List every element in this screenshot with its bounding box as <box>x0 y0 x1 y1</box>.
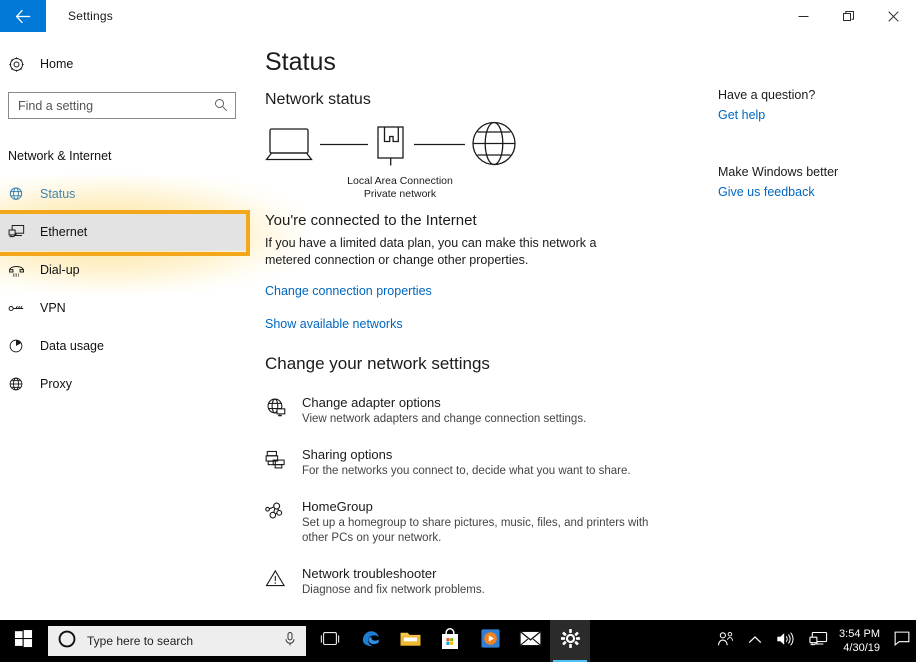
sharing-icon <box>265 446 302 479</box>
diagram-caption-line1: Local Area Connection <box>347 175 453 187</box>
windows-start-icon <box>14 629 33 653</box>
task-view-icon <box>319 630 341 653</box>
adapter-globe-icon <box>265 394 302 427</box>
diagram-caption-line2: Private network <box>363 188 437 200</box>
taskbar-search-box[interactable]: Type here to search <box>48 626 306 656</box>
right-panel: Have a question? Get help Make Windows b… <box>718 32 916 620</box>
ethernet-port-icon <box>377 126 404 166</box>
settings-window: Settings Home Find a setting Network & I… <box>0 0 916 662</box>
feedback-block: Make Windows better Give us feedback <box>718 165 838 201</box>
sidebar-item-ethernet[interactable]: Ethernet <box>0 213 250 251</box>
taskbar-app-mail[interactable] <box>510 620 550 662</box>
store-bag-icon <box>440 627 460 655</box>
connection-heading: You're connected to the Internet <box>265 212 477 229</box>
gear-icon <box>560 628 581 654</box>
help-block: Have a question? Get help <box>718 88 815 124</box>
link-change-connection-properties[interactable]: Change connection properties <box>265 284 432 298</box>
sidebar-item-status[interactable]: Status <box>0 175 250 213</box>
gear-icon <box>8 56 36 73</box>
taskbar-app-microsoft-store[interactable] <box>430 620 470 662</box>
close-button[interactable] <box>871 0 916 32</box>
link-show-available-networks[interactable]: Show available networks <box>265 317 403 331</box>
taskbar-app-movies-and-tv[interactable] <box>470 620 510 662</box>
edge-icon <box>359 627 382 655</box>
window-title: Settings <box>68 9 113 23</box>
title-bar: Settings <box>0 0 916 32</box>
envelope-icon <box>519 630 542 652</box>
network-diagram: Local Area Connection Private network <box>265 120 530 201</box>
chevron-up-icon <box>748 632 762 650</box>
option-desc: For the networks you connect to, decide … <box>302 465 631 477</box>
sidebar-item-label: Ethernet <box>40 225 88 239</box>
sidebar-category-title: Network & Internet <box>8 149 112 163</box>
globe-icon <box>8 186 38 202</box>
tray-people[interactable] <box>710 620 741 662</box>
search-box[interactable] <box>8 92 236 119</box>
taskbar-app-file-explorer[interactable] <box>390 620 430 662</box>
sidebar-item-label: Status <box>40 187 76 201</box>
sidebar-item-data-usage[interactable]: Data usage <box>0 327 250 365</box>
taskbar-apps <box>310 620 590 662</box>
section-title-network-status: Network status <box>265 91 371 108</box>
tray-volume[interactable] <box>769 620 802 662</box>
vpn-key-icon <box>8 302 38 315</box>
taskbar-search-placeholder: Type here to search <box>87 634 194 648</box>
taskbar-clock[interactable]: 3:54 PM 4/30/19 <box>835 620 888 662</box>
sidebar-nav-list: Status Ethernet Dial-up VPN Data usage P… <box>0 175 305 403</box>
globe-wire-icon <box>8 376 38 392</box>
clock-date: 4/30/19 <box>843 642 880 654</box>
settings-heading: Change your network settings <box>265 354 490 373</box>
taskbar-app-microsoft-edge[interactable] <box>350 620 390 662</box>
sidebar: Home Network & Internet <box>0 32 305 620</box>
feedback-heading: Make Windows better <box>718 165 839 179</box>
page-title: Status <box>265 48 336 76</box>
connection-subtext: If you have a limited data plan, you can… <box>265 236 597 267</box>
system-tray: 3:54 PM 4/30/19 <box>710 620 916 662</box>
minimize-button[interactable] <box>781 0 826 32</box>
sidebar-item-label: Proxy <box>40 377 72 391</box>
diagram-caption: Local Area Connection Private network <box>280 175 520 201</box>
help-heading: Have a question? <box>718 88 816 102</box>
option-desc: View network adapters and change connect… <box>302 413 587 425</box>
folder-icon <box>399 629 422 653</box>
start-button[interactable] <box>0 620 46 662</box>
people-icon <box>717 631 734 652</box>
ethernet-icon <box>8 224 38 240</box>
telephone-icon <box>8 263 38 278</box>
window-controls <box>781 0 916 32</box>
taskbar-app-task-view[interactable] <box>310 620 350 662</box>
sidebar-item-dial-up[interactable]: Dial-up <box>0 251 250 289</box>
cortana-circle-icon <box>57 629 77 654</box>
sidebar-item-proxy[interactable]: Proxy <box>0 365 250 403</box>
warning-triangle-icon <box>265 565 302 598</box>
laptop-icon <box>265 128 313 161</box>
sidebar-item-label: VPN <box>40 301 66 315</box>
sidebar-item-vpn[interactable]: VPN <box>0 289 250 327</box>
pie-chart-icon <box>8 338 38 354</box>
tray-network[interactable] <box>802 620 835 662</box>
microphone-icon[interactable] <box>283 631 297 652</box>
link-get-help[interactable]: Get help <box>718 108 765 122</box>
action-center-button[interactable] <box>888 620 916 662</box>
speaker-icon <box>776 631 795 652</box>
sidebar-item-label: Data usage <box>40 339 104 353</box>
network-monitor-icon <box>809 631 828 652</box>
search-input[interactable] <box>8 92 236 119</box>
link-give-us-feedback[interactable]: Give us feedback <box>718 185 815 199</box>
globe-icon <box>472 121 516 166</box>
sidebar-item-label: Dial-up <box>40 263 80 277</box>
maximize-button[interactable] <box>826 0 871 32</box>
action-center-icon <box>894 631 910 651</box>
back-button[interactable] <box>0 0 46 32</box>
clock-time: 3:54 PM <box>839 628 880 640</box>
taskbar-app-settings[interactable] <box>550 620 590 662</box>
option-desc: Set up a homegroup to share pictures, mu… <box>302 517 649 544</box>
sidebar-home-label: Home <box>40 57 74 71</box>
sidebar-item-home[interactable]: Home <box>0 49 250 79</box>
homegroup-icon <box>265 498 302 546</box>
option-desc: Diagnose and fix network problems. <box>302 584 485 596</box>
movies-tv-icon <box>480 628 501 654</box>
taskbar: Type here to search 3:54 PM 4/30/19 <box>0 620 916 662</box>
tray-show-hidden-icons[interactable] <box>741 620 769 662</box>
